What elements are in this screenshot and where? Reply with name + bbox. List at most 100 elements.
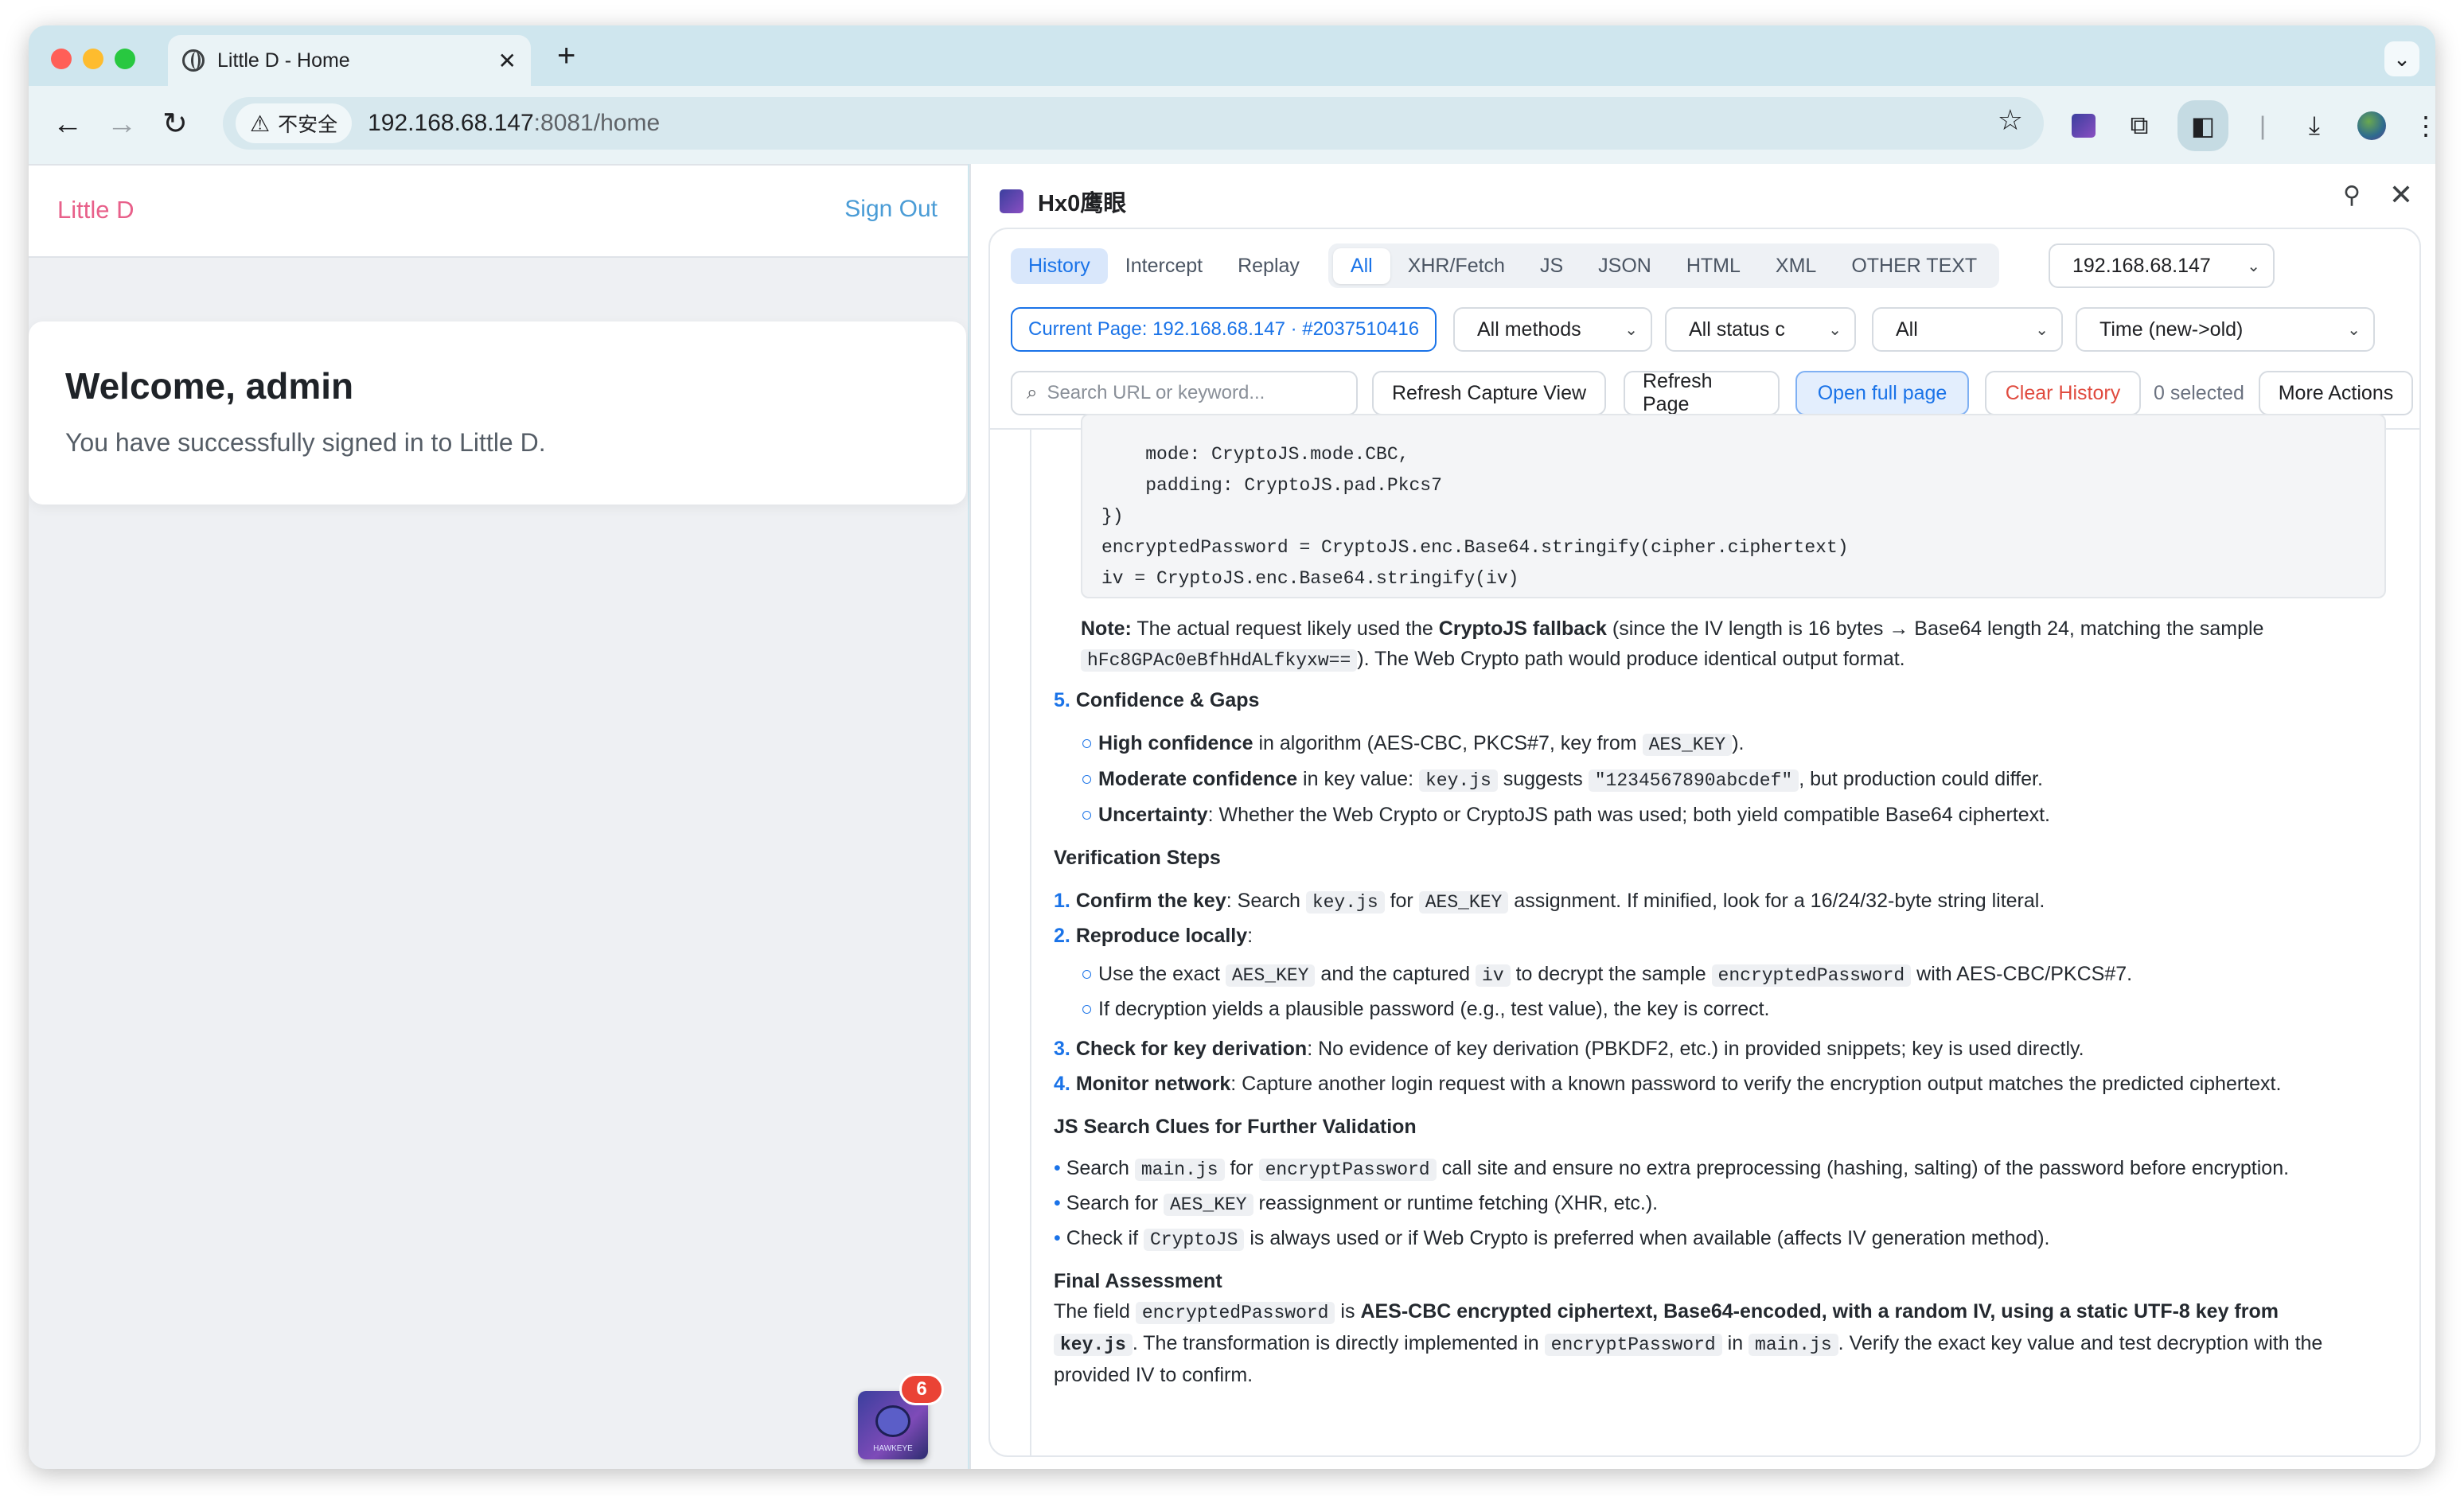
item-emph: Reproduce locally [1075, 925, 1248, 947]
clear-history-button[interactable]: Clear History [1985, 371, 2141, 415]
security-chip[interactable]: ⚠ 不安全 [236, 103, 353, 143]
site-brand[interactable]: Little D [57, 196, 134, 224]
circle-bullet-icon: ○ [1081, 768, 1099, 790]
item-text: , but production could differ. [1799, 768, 2043, 790]
current-page-filter[interactable]: Current Page: 192.168.68.147 · #20375104… [1011, 307, 1437, 352]
item-emph: Monitor network [1075, 1073, 1231, 1095]
item-text: Search [1066, 1157, 1135, 1179]
code-line: mode: CryptoJS.mode.CBC, [1101, 444, 1409, 465]
chevron-down-icon: ⌄ [2347, 321, 2361, 339]
list-number: 2. [1054, 925, 1070, 947]
zoom-window-button[interactable] [115, 49, 135, 69]
new-tab-button[interactable]: + [557, 38, 575, 74]
tab-type-html[interactable]: HTML [1669, 248, 1758, 284]
refresh-capture-button[interactable]: Refresh Capture View [1372, 371, 1606, 415]
sort-select[interactable]: Time (new->old) ⌄ [2076, 307, 2375, 352]
hawkeye-extension-icon[interactable] [2066, 108, 2101, 143]
chevron-down-icon: ⌄ [2393, 46, 2411, 71]
more-actions-button[interactable]: More Actions [2259, 371, 2413, 415]
item-text: Check if [1066, 1227, 1144, 1249]
code-line: iv = CryptoJS.enc.Base64.stringify(iv) [1101, 568, 1519, 589]
note-text: (since the IV length is 16 bytes → Base6… [1606, 617, 2264, 640]
list-item: 1. Confirm the key: Search key.js for AE… [1054, 890, 2045, 914]
close-window-button[interactable] [51, 49, 72, 69]
tab-close-icon[interactable]: ✕ [498, 48, 517, 74]
site-header: Little D Sign Out [29, 164, 968, 258]
verification-heading: Verification Steps [1054, 847, 1221, 869]
tab-intercept[interactable]: Intercept [1108, 248, 1220, 284]
tab-type-other[interactable]: OTHER TEXT [1834, 248, 1994, 284]
sign-out-link[interactable]: Sign Out [844, 196, 938, 223]
url-host: 192.168.68.147 [368, 110, 534, 136]
circle-bullet-icon: ○ [1081, 998, 1099, 1020]
tab-replay[interactable]: Replay [1220, 248, 1317, 284]
final-text: . The transformation is directly impleme… [1132, 1332, 1545, 1354]
tab-search-button[interactable]: ⌄ [2384, 41, 2419, 76]
methods-select[interactable]: All methods ⌄ [1453, 307, 1652, 352]
browser-tab[interactable]: Little D - Home ✕ [168, 35, 531, 86]
code-line: }) [1101, 506, 1124, 527]
tab-type-json[interactable]: JSON [1581, 248, 1669, 284]
item-text: is always used or if Web Crypto is prefe… [1244, 1227, 2050, 1249]
side-panel-icon[interactable]: ◧ [2177, 100, 2228, 151]
toolbar: ← → ↻ ⚠ 不安全 192.168.68.147:8081/home ☆ ⧉… [29, 86, 2435, 164]
selected-count: 0 selected [2154, 382, 2244, 404]
item-text: suggests [1497, 768, 1589, 790]
search-icon: ⌕ [1027, 382, 1038, 403]
security-label: 不安全 [278, 114, 338, 136]
note-line-2: hFc8GPAc0eBfhHdALfkyxw==). The Web Crypt… [1081, 648, 1905, 672]
avatar-caption: HAWKEYE [873, 1444, 913, 1453]
download-icon[interactable]: ⤓ [2297, 108, 2332, 143]
mascot-icon [875, 1405, 910, 1437]
unpin-icon[interactable]: ⚲ [2343, 181, 2361, 209]
host-select[interactable]: 192.168.68.147 ⌄ [2049, 243, 2275, 288]
minimize-window-button[interactable] [83, 49, 103, 69]
methods-select-value: All methods [1477, 318, 1581, 341]
item-text: : Capture another login request with a k… [1230, 1073, 2282, 1095]
inline-code: AES_KEY [1642, 734, 1733, 756]
toolbar-divider: | [2259, 111, 2267, 140]
tab-type-js[interactable]: JS [1522, 248, 1581, 284]
bookmark-star-icon[interactable]: ☆ [1998, 103, 2023, 137]
reload-icon[interactable]: ↻ [162, 103, 188, 145]
item-text: : No evidence of key derivation (PBKDF2,… [1307, 1038, 2084, 1060]
note-text: ). The Web Crypto path would produce ide… [1357, 648, 1905, 670]
tab-type-all[interactable]: All [1332, 247, 1390, 284]
item-text: to decrypt the sample [1510, 963, 1712, 985]
list-item: 3. Check for key derivation: No evidence… [1054, 1038, 2084, 1061]
item-text: ). [1732, 732, 1745, 754]
code-block: mode: CryptoJS.mode.CBC, padding: Crypto… [1081, 414, 2386, 598]
close-panel-icon[interactable]: ✕ [2389, 178, 2413, 212]
circle-bullet-icon: ○ [1081, 804, 1099, 826]
list-item: • Search for AES_KEY reassignment or run… [1054, 1192, 1658, 1216]
final-line-3: provided IV to confirm. [1054, 1364, 1253, 1386]
final-emph: AES-CBC encrypted ciphertext, Base64-enc… [1360, 1300, 2279, 1323]
type-select[interactable]: All ⌄ [1872, 307, 2063, 352]
item-emph: Check for key derivation [1075, 1038, 1308, 1060]
inline-code: iv [1476, 964, 1511, 987]
profile-avatar-icon[interactable] [2354, 108, 2389, 143]
welcome-heading: Welcome, admin [65, 365, 354, 407]
note-label: Note: [1081, 617, 1132, 640]
extensions-puzzle-icon[interactable]: ⧉ [2122, 108, 2157, 143]
status-select[interactable]: All status c ⌄ [1665, 307, 1856, 352]
chevron-down-icon: ⌄ [2247, 257, 2260, 275]
address-bar[interactable]: ⚠ 不安全 192.168.68.147:8081/home ☆ [223, 97, 2044, 150]
tab-type-xhr[interactable]: XHR/Fetch [1390, 248, 1522, 284]
item-text: in key value: [1297, 768, 1419, 790]
tab-history[interactable]: History [1011, 247, 1108, 284]
tab-type-xml[interactable]: XML [1758, 248, 1834, 284]
refresh-page-button[interactable]: Refresh Page [1624, 370, 1780, 415]
menu-kebab-icon[interactable]: ⋮ [2408, 108, 2435, 143]
inline-code: encryptPassword [1544, 1334, 1722, 1356]
list-item: ○ High confidence in algorithm (AES-CBC,… [1081, 732, 1745, 756]
open-full-page-button[interactable]: Open full page [1795, 371, 1969, 415]
forward-icon[interactable]: → [107, 103, 137, 145]
list-number: 3. [1054, 1038, 1070, 1060]
url-text[interactable]: 192.168.68.147:8081/home [368, 110, 660, 137]
back-icon[interactable]: ← [53, 103, 83, 145]
inline-code: encryptedPassword [1135, 1302, 1335, 1324]
search-input[interactable]: ⌕ Search URL or keyword... [1011, 371, 1358, 415]
final-text: . Verify the exact key value and test de… [1838, 1332, 2323, 1354]
circle-bullet-icon: ○ [1081, 732, 1099, 754]
